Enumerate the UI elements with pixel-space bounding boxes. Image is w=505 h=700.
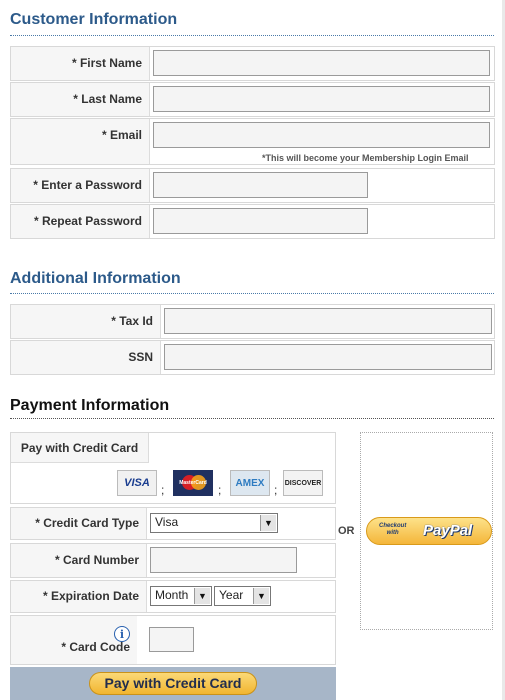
repeat-password-input[interactable] [153, 208, 368, 234]
visa-card-icon: VISA [117, 470, 157, 496]
info-icon[interactable]: i [114, 626, 130, 642]
card-separator: ; [161, 483, 165, 497]
mastercard-card-icon: MasterCard [173, 470, 213, 496]
email-label: * Email [11, 119, 150, 164]
first-name-label: * First Name [11, 47, 150, 80]
tax-id-label: * Tax Id [11, 305, 161, 338]
card-type-select[interactable]: Visa ▼ [150, 513, 278, 533]
chevron-down-icon: ▼ [260, 515, 276, 531]
paypal-checkout-text: Checkout [379, 523, 407, 529]
ssn-input[interactable] [164, 344, 492, 370]
payment-info-title: Payment Information [10, 397, 170, 414]
password-label: * Enter a Password [11, 169, 150, 202]
or-separator: OR [338, 525, 355, 537]
paypal-box: Checkout with PayPal [360, 432, 493, 630]
repeat-password-label: * Repeat Password [11, 205, 150, 238]
amex-card-icon: AMEX [230, 470, 270, 496]
card-type-row: * Credit Card Type Visa ▼ [10, 507, 336, 540]
year-select[interactable]: Year ▼ [214, 586, 271, 606]
month-select[interactable]: Month ▼ [150, 586, 212, 606]
section-divider [10, 418, 494, 419]
submit-bar: Pay with Credit Card [10, 667, 336, 700]
password-input[interactable] [153, 172, 368, 198]
pay-with-cc-box: Pay with Credit Card VISA ; MasterCard ;… [10, 432, 336, 504]
email-note: *This will become your Membership Login … [262, 153, 469, 163]
card-separator: ; [218, 483, 222, 497]
repeat-password-row: * Repeat Password [10, 204, 495, 239]
discover-card-icon: DISCOVER [283, 470, 323, 496]
customer-info-title: Customer Information [10, 11, 178, 28]
last-name-input[interactable] [153, 86, 490, 112]
pay-with-credit-card-button[interactable]: Pay with Credit Card [89, 672, 257, 695]
card-type-label: * Credit Card Type [11, 508, 147, 539]
ssn-row: SSN [10, 340, 495, 375]
first-name-input[interactable] [153, 50, 490, 76]
expiration-row: * Expiration Date Month ▼ Year ▼ [10, 580, 336, 613]
pay-with-cc-label: Pay with Credit Card [11, 433, 149, 463]
chevron-down-icon: ▼ [194, 588, 210, 604]
expiration-label: * Expiration Date [11, 581, 147, 612]
tax-id-row: * Tax Id [10, 304, 495, 339]
additional-info-title: Additional Information [10, 270, 181, 287]
paypal-logo: PayPal [423, 522, 473, 539]
section-divider [10, 35, 494, 36]
card-number-row: * Card Number [10, 543, 336, 578]
card-code-row: * Card Code i [10, 615, 336, 665]
card-separator: ; [274, 483, 278, 497]
last-name-row: * Last Name [10, 82, 495, 117]
tax-id-input[interactable] [164, 308, 492, 334]
section-divider [10, 293, 494, 294]
card-code-input[interactable] [149, 627, 194, 652]
card-number-label: * Card Number [11, 544, 147, 577]
paypal-checkout-button[interactable]: Checkout with PayPal [366, 517, 492, 545]
last-name-label: * Last Name [11, 83, 150, 116]
chevron-down-icon: ▼ [253, 588, 269, 604]
password-row: * Enter a Password [10, 168, 495, 203]
email-row: * Email *This will become your Membershi… [10, 118, 495, 165]
first-name-row: * First Name [10, 46, 495, 81]
ssn-label: SSN [11, 341, 161, 374]
paypal-with-text: with [386, 530, 399, 536]
card-number-input[interactable] [150, 547, 297, 573]
email-input[interactable] [153, 122, 490, 148]
